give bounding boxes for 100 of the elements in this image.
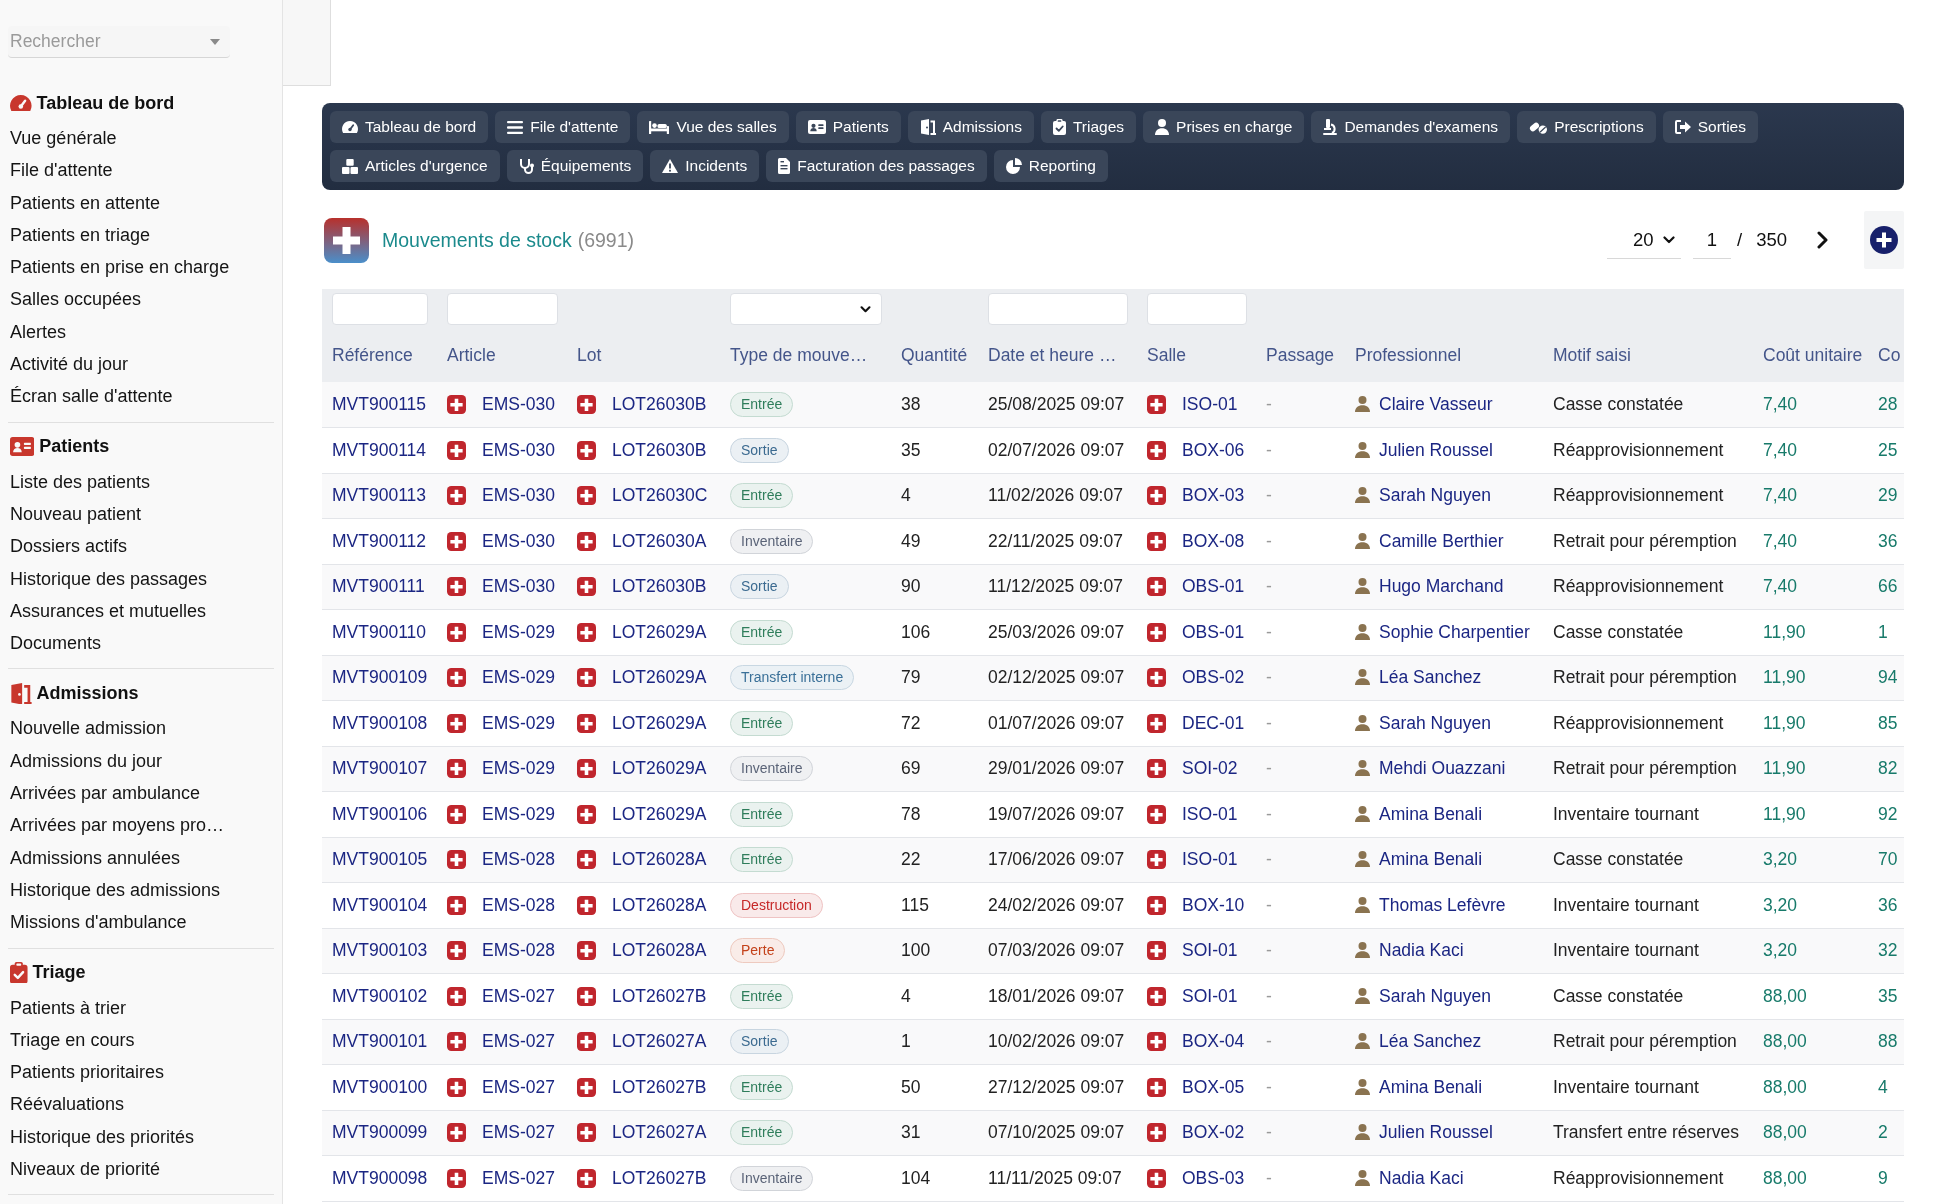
article-link[interactable]: EMS-027: [482, 1076, 555, 1097]
lot-link[interactable]: LOT26030A: [612, 530, 707, 551]
column-header[interactable]: Passage: [1256, 329, 1345, 382]
lot-link[interactable]: LOT26028A: [612, 894, 707, 915]
add-button[interactable]: [1864, 211, 1904, 269]
sidebar-link[interactable]: Triage en cours: [8, 1023, 274, 1057]
room-link[interactable]: BOX-08: [1182, 530, 1245, 551]
nav-button[interactable]: Prises en charge: [1143, 111, 1305, 143]
sidebar-link[interactable]: Écran salle d'attente: [8, 380, 274, 413]
lot-link[interactable]: LOT26027B: [612, 1076, 707, 1097]
lot-link[interactable]: LOT26030B: [612, 439, 707, 460]
nav-button[interactable]: Demandes d'examens: [1311, 111, 1511, 143]
sidebar-link[interactable]: Assurances et mutuelles: [8, 594, 274, 628]
lot-link[interactable]: LOT26027B: [612, 985, 707, 1006]
professional-link[interactable]: Sophie Charpentier: [1379, 621, 1530, 642]
column-header[interactable]: Lot: [567, 329, 720, 382]
sidebar-link[interactable]: Nouveau patient: [8, 497, 274, 531]
sidebar-link[interactable]: Salles occupées: [8, 283, 274, 316]
column-header[interactable]: Professionnel: [1345, 329, 1543, 382]
column-header[interactable]: Référence: [322, 329, 437, 382]
filter-field[interactable]: [332, 293, 428, 325]
reference-link[interactable]: MVT900104: [332, 894, 428, 915]
reference-link[interactable]: MVT900110: [332, 621, 427, 642]
sidebar-link[interactable]: Alertes: [8, 315, 274, 349]
filter-field[interactable]: [1147, 293, 1247, 325]
sidebar-link[interactable]: Vue générale: [8, 122, 274, 155]
professional-link[interactable]: Sarah Nguyen: [1379, 985, 1491, 1006]
professional-link[interactable]: Thomas Lefèvre: [1379, 894, 1506, 915]
sidebar-link[interactable]: Documents: [8, 627, 274, 660]
nav-button[interactable]: Facturation des passages: [766, 150, 987, 182]
reference-link[interactable]: MVT900106: [332, 803, 428, 824]
column-header[interactable]: Co: [1870, 329, 1904, 382]
sidebar-link[interactable]: Patients en triage: [8, 218, 274, 252]
sidebar-link[interactable]: Arrivées par ambulance: [8, 777, 274, 810]
article-link[interactable]: EMS-029: [482, 712, 555, 733]
nav-button[interactable]: Tableau de bord: [330, 111, 489, 143]
nav-button[interactable]: Incidents: [650, 150, 760, 182]
article-link[interactable]: EMS-027: [482, 985, 555, 1006]
sidebar-link[interactable]: Arrivées par moyens pro…: [8, 809, 274, 842]
sidebar-link[interactable]: Admissions annulées: [8, 841, 274, 874]
lot-link[interactable]: LOT26029A: [612, 621, 707, 642]
sidebar-link[interactable]: Patients à trier: [8, 991, 274, 1024]
sidebar-link[interactable]: Niveaux de priorité: [8, 1153, 274, 1186]
reference-link[interactable]: MVT900100: [332, 1076, 428, 1097]
professional-link[interactable]: Camille Berthier: [1379, 530, 1504, 551]
room-link[interactable]: DEC-01: [1182, 712, 1245, 733]
column-header[interactable]: Type de mouve…: [720, 329, 891, 382]
nav-button[interactable]: Sorties: [1662, 111, 1758, 143]
filter-field[interactable]: [988, 293, 1128, 325]
page-size-select[interactable]: 20: [1607, 221, 1681, 259]
reference-link[interactable]: MVT900112: [332, 530, 427, 551]
room-link[interactable]: OBS-01: [1182, 621, 1245, 642]
reference-link[interactable]: MVT900102: [332, 985, 428, 1006]
room-link[interactable]: BOX-05: [1182, 1076, 1245, 1097]
lot-link[interactable]: LOT26029A: [612, 712, 707, 733]
sidebar-link[interactable]: File d'attente: [8, 154, 274, 187]
nav-button[interactable]: File d'attente: [495, 111, 631, 143]
nav-button[interactable]: Admissions: [907, 111, 1034, 143]
nav-button[interactable]: Prescriptions: [1517, 111, 1656, 143]
article-link[interactable]: EMS-030: [482, 439, 555, 460]
professional-link[interactable]: Nadia Kaci: [1379, 940, 1464, 961]
sidebar-link[interactable]: Nouvelle admission: [8, 712, 274, 745]
room-link[interactable]: OBS-03: [1182, 1167, 1245, 1188]
sidebar-link[interactable]: Historique des admissions: [8, 873, 274, 907]
sidebar-link[interactable]: Historique des priorités: [8, 1120, 274, 1153]
column-header[interactable]: Date et heure …: [978, 329, 1137, 382]
article-link[interactable]: EMS-029: [482, 803, 555, 824]
lot-link[interactable]: LOT26029A: [612, 803, 707, 824]
professional-link[interactable]: Amina Benali: [1379, 1076, 1483, 1097]
sidebar-link[interactable]: Missions d'ambulance: [8, 906, 274, 939]
professional-link[interactable]: Amina Benali: [1379, 803, 1483, 824]
article-link[interactable]: EMS-027: [482, 1167, 555, 1188]
professional-link[interactable]: Nadia Kaci: [1379, 1167, 1464, 1188]
column-header[interactable]: Motif saisi: [1543, 329, 1753, 382]
lot-link[interactable]: LOT26027B: [612, 1167, 707, 1188]
room-link[interactable]: ISO-01: [1182, 803, 1238, 824]
sidebar-link[interactable]: Patients prioritaires: [8, 1056, 274, 1089]
professional-link[interactable]: Julien Roussel: [1379, 439, 1493, 460]
nav-button[interactable]: Reporting: [993, 150, 1108, 182]
nav-button[interactable]: Équipements: [506, 150, 644, 182]
column-header[interactable]: Coût unitaire: [1753, 329, 1870, 382]
reference-link[interactable]: MVT900098: [332, 1167, 428, 1188]
article-link[interactable]: EMS-028: [482, 894, 555, 915]
sidebar-link[interactable]: Patients en prise en charge: [8, 251, 274, 284]
room-link[interactable]: BOX-06: [1182, 439, 1245, 460]
reference-link[interactable]: MVT900114: [332, 439, 427, 460]
sidebar-link[interactable]: Réévaluations: [8, 1088, 274, 1121]
column-header[interactable]: Quantité: [891, 329, 978, 382]
sidebar-link[interactable]: Liste des patients: [8, 465, 274, 498]
nav-button[interactable]: Triages: [1040, 111, 1137, 143]
room-link[interactable]: BOX-10: [1182, 894, 1245, 915]
article-link[interactable]: EMS-030: [482, 530, 555, 551]
sidebar-link[interactable]: Patients en attente: [8, 186, 274, 219]
column-header[interactable]: Article: [437, 329, 567, 382]
next-page-button[interactable]: [1817, 231, 1828, 249]
room-link[interactable]: SOI-01: [1182, 985, 1238, 1006]
filter-select[interactable]: [730, 293, 882, 325]
sidebar-link[interactable]: Admissions du jour: [8, 744, 274, 778]
column-header[interactable]: Salle: [1137, 329, 1256, 382]
professional-link[interactable]: Sarah Nguyen: [1379, 712, 1491, 733]
